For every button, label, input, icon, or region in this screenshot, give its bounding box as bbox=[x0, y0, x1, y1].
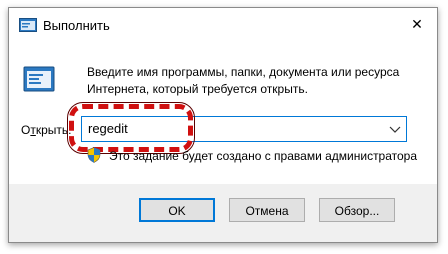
dialog-body: Введите имя программы, папки, документа … bbox=[9, 42, 437, 184]
run-program-icon bbox=[23, 66, 55, 92]
admin-privileges-note: Это задание будет создано с правами адми… bbox=[109, 149, 418, 163]
window-title: Выполнить bbox=[43, 18, 110, 33]
ok-button[interactable]: OK bbox=[139, 198, 215, 222]
close-icon: ✕ bbox=[411, 15, 423, 32]
open-label: Открыть: bbox=[21, 123, 71, 137]
dialog-description: Введите имя программы, папки, документа … bbox=[87, 65, 400, 96]
open-label-suffix: крыть: bbox=[35, 123, 72, 137]
run-dialog-window: Выполнить ✕ Введите имя программы, папки… bbox=[8, 7, 438, 243]
dialog-footer: OK Отмена Обзор... bbox=[9, 184, 437, 242]
run-dialog-icon bbox=[19, 18, 37, 32]
open-label-prefix: О bbox=[21, 123, 31, 137]
uac-shield-icon bbox=[87, 147, 101, 163]
chevron-down-icon[interactable] bbox=[388, 123, 402, 135]
browse-button[interactable]: Обзор... bbox=[319, 198, 395, 222]
open-combobox[interactable]: regedit bbox=[81, 116, 407, 142]
open-input[interactable]: regedit bbox=[88, 121, 128, 137]
cancel-button[interactable]: Отмена bbox=[229, 198, 305, 222]
title-bar[interactable]: Выполнить ✕ bbox=[9, 8, 437, 42]
close-button[interactable]: ✕ bbox=[397, 8, 437, 40]
